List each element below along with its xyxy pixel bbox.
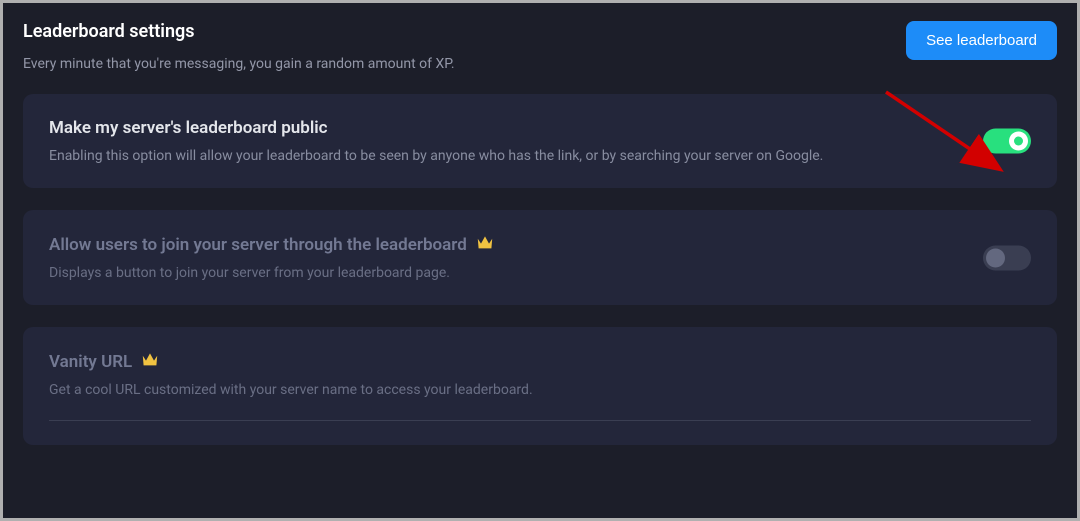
- divider: [49, 420, 1031, 421]
- header: Leaderboard settings Every minute that y…: [23, 21, 1057, 72]
- card-title: Allow users to join your server through …: [49, 234, 1031, 255]
- card-title: Vanity URL: [49, 351, 1031, 372]
- toggle-public-leaderboard[interactable]: [983, 129, 1031, 154]
- card-desc: Enabling this option will allow your lea…: [49, 148, 1031, 164]
- toggle-join-server[interactable]: [983, 245, 1031, 270]
- settings-panel: Leaderboard settings Every minute that y…: [3, 3, 1077, 518]
- page-title: Leaderboard settings: [23, 21, 906, 42]
- see-leaderboard-button[interactable]: See leaderboard: [906, 21, 1057, 60]
- crown-icon: [475, 234, 495, 255]
- toggle-knob: [986, 248, 1005, 267]
- toggle-knob: [1009, 132, 1028, 151]
- header-text: Leaderboard settings Every minute that y…: [23, 21, 906, 72]
- crown-icon: [140, 351, 160, 372]
- card-title: Make my server's leaderboard public: [49, 118, 1031, 138]
- card-join-through-leaderboard: Allow users to join your server through …: [23, 210, 1057, 305]
- page-subtitle: Every minute that you're messaging, you …: [23, 56, 906, 72]
- card-title-text: Allow users to join your server through …: [49, 235, 467, 255]
- card-vanity-url: Vanity URL Get a cool URL customized wit…: [23, 327, 1057, 445]
- card-title-text: Vanity URL: [49, 352, 132, 372]
- card-public-leaderboard: Make my server's leaderboard public Enab…: [23, 94, 1057, 188]
- card-desc: Get a cool URL customized with your serv…: [49, 382, 1031, 398]
- card-desc: Displays a button to join your server fr…: [49, 265, 1031, 281]
